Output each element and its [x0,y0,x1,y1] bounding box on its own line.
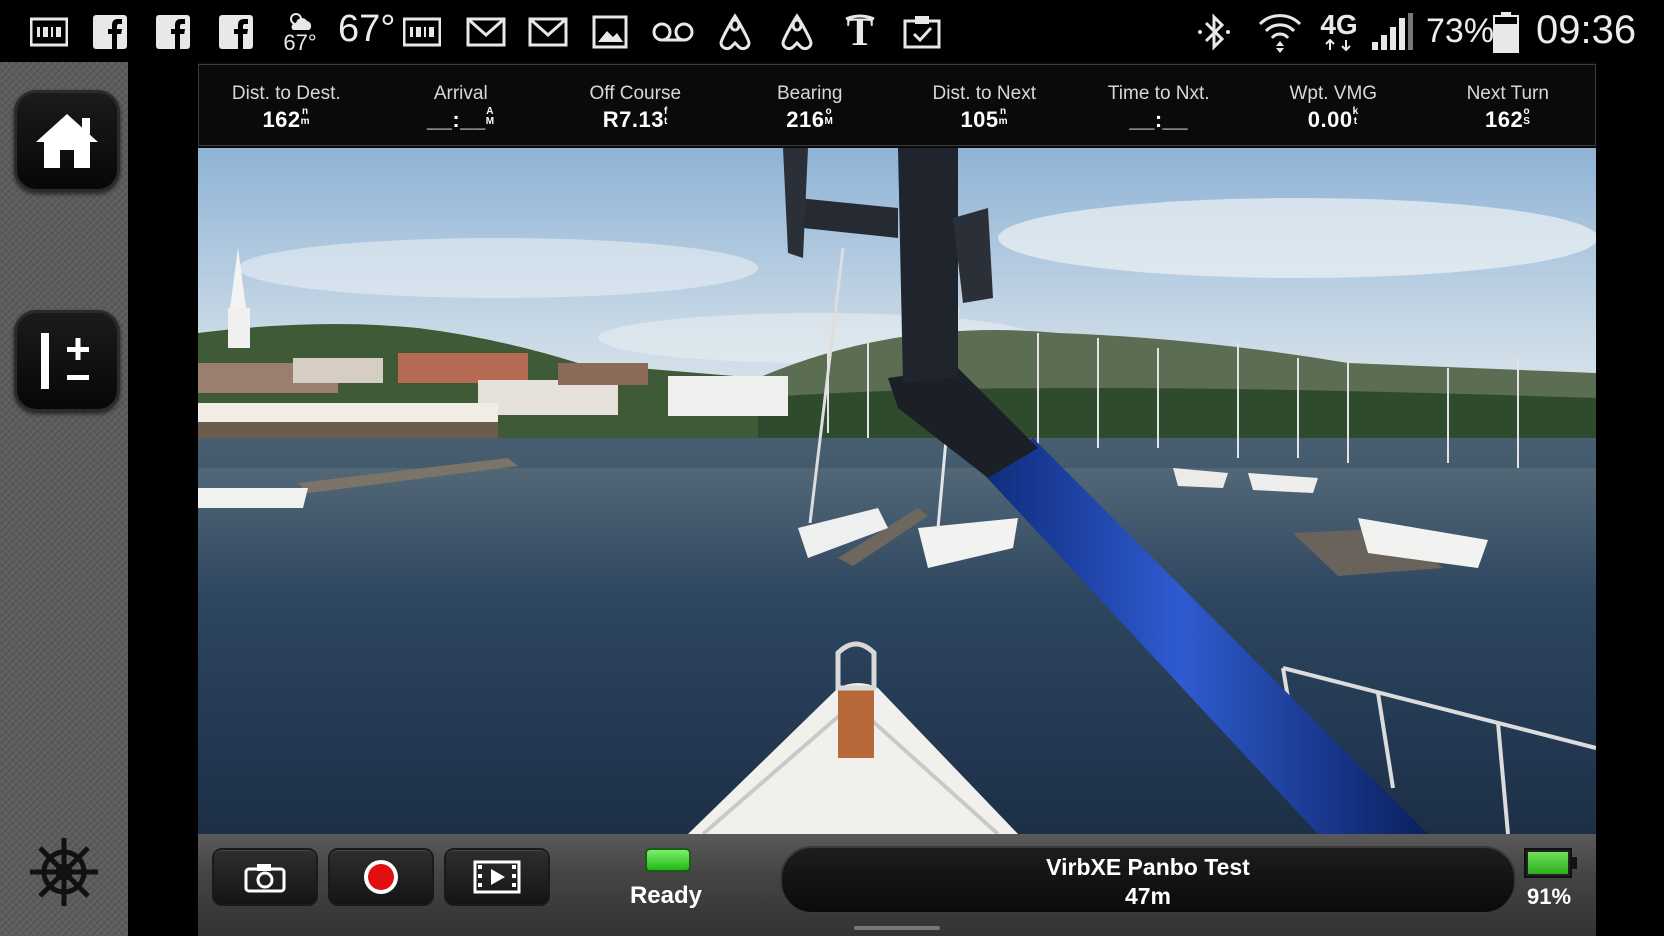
data-field-label: Wpt. VMG [1289,83,1378,104]
data-overlay-button[interactable] [14,310,120,412]
helm-icon [30,838,98,906]
data-field-value: 162n m [199,107,374,133]
data-field-value: __:__ [1072,107,1247,133]
voicemail-icon [651,10,695,54]
gmail-icon [466,10,506,54]
battery-percent: 73% [1426,12,1495,50]
data-field-value: 216o M [723,107,898,133]
weather-temp: 67° [338,8,396,50]
data-field-number: 0.00 [1307,107,1353,132]
camera-control-bar: Ready VirbXE Panbo Test 47m 91% [198,834,1596,936]
left-sidebar [0,62,128,936]
facebook-icon [218,10,254,54]
data-field-label: Arrival [433,83,488,104]
clipboard-icon [902,10,942,54]
data-field[interactable]: Arrival __:__A M [374,65,549,145]
weather-temp-small: 67° [283,30,317,55]
navigation-data-bar: Dist. to Dest. 162n m Arrival __:__A M Off Cou… [198,64,1596,146]
data-field-value: 162o S [1421,107,1596,133]
barcode-icon [30,10,68,54]
airbnb-icon [716,10,754,54]
unit-bottom: t [1353,116,1358,127]
unit-bottom: m [300,116,311,127]
home-icon [36,114,98,168]
data-field-number: __:__ [426,107,486,132]
bluetooth-icon [1194,10,1234,54]
camera-name: VirbXE Panbo Test [1046,854,1250,880]
helm-button[interactable] [28,836,100,908]
data-field-label: Off Course [589,83,682,104]
playback-icon [473,860,521,894]
unit-bottom: S [1523,116,1531,127]
network-type: 4G [1320,9,1358,40]
bottom-drag-handle[interactable] [854,926,940,930]
status-led [645,848,691,872]
camera-info-panel[interactable]: VirbXE Panbo Test 47m [780,846,1516,914]
data-field[interactable]: Bearing 216o M [723,65,898,145]
data-field-number: 162 [1485,107,1524,132]
unit-bottom: M [824,116,834,127]
video-feed[interactable] [198,148,1596,834]
weather-icon: 67° [280,6,320,58]
data-field-number: R7.13 [602,107,664,132]
home-button[interactable] [14,90,120,192]
camera-distance: 47m [1124,883,1172,909]
data-field[interactable]: Time to Nxt. __:__ [1072,65,1247,145]
data-field-value: __:__A M [374,107,549,133]
barcode-icon [403,10,441,54]
data-field-value: R7.13f t [548,107,723,133]
record-icon [364,860,398,894]
data-field-label: Time to Nxt. [1107,83,1210,104]
data-field[interactable]: Dist. to Next 105n m [897,65,1072,145]
data-field-value: 0.00k t [1246,107,1421,133]
status-bar: 67° 67° T 4G 73% 09:36 [0,0,1664,62]
data-field-value: 105n m [897,107,1072,133]
battery-icon [1492,10,1520,54]
signal-icon [1370,10,1414,54]
playback-button[interactable] [444,848,550,906]
airbnb-icon [778,10,816,54]
gallery-icon [592,10,628,54]
nytimes-icon: T [840,10,880,54]
clock: 09:36 [1536,8,1637,52]
data-field-unit: ft [664,107,668,127]
data-field[interactable]: Off Course R7.13f t [548,65,723,145]
record-button[interactable] [328,848,434,906]
data-field-number: __:__ [1129,107,1189,132]
data-field[interactable]: Next Turn 162o S [1421,65,1596,145]
data-field-number: 216 [786,107,825,132]
data-config-icon [41,333,89,389]
data-field-unit: nm [301,107,310,127]
unit-bottom: M [485,116,495,127]
data-field[interactable]: Wpt. VMG 0.00k t [1246,65,1421,145]
camera-battery-label: 91% [1526,884,1572,909]
camera-battery-icon [1524,848,1577,880]
data-field-unit: nm [999,107,1008,127]
lte-icon: 4G [1312,10,1366,54]
facebook-icon [92,10,128,54]
gmail-icon [528,10,568,54]
harbor-video-image [198,148,1596,834]
data-field-unit: oM [824,107,833,127]
data-field[interactable]: Dist. to Dest. 162n m [199,65,374,145]
data-field-unit: oS [1523,107,1530,127]
data-field-label: Bearing [777,83,843,104]
data-field-unit: AM [486,107,495,127]
wifi-icon [1256,10,1304,54]
camera-icon [244,864,286,893]
data-field-unit: kt [1353,107,1359,127]
unit-bottom: m [998,116,1009,127]
camera-view: Dist. to Dest. 162n m Arrival __:__A M Off Cou… [198,62,1596,936]
status-label: Ready [629,882,703,909]
data-field-number: 162 [262,107,301,132]
data-field-label: Dist. to Dest. [231,83,341,104]
facebook-icon [155,10,191,54]
data-field-label: Dist. to Next [932,83,1036,104]
data-field-number: 105 [960,107,999,132]
snapshot-button[interactable] [212,848,318,906]
unit-bottom: t [663,116,668,127]
data-field-label: Next Turn [1466,83,1549,104]
